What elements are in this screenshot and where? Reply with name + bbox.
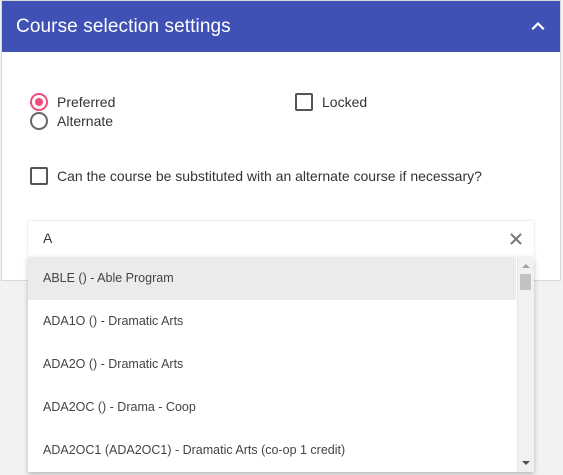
substitute-label: Can the course be substituted with an al… xyxy=(57,168,482,184)
list-item[interactable]: ADA2O () - Dramatic Arts xyxy=(28,343,516,386)
preferred-radio[interactable] xyxy=(30,93,48,111)
locked-label: Locked xyxy=(322,94,368,110)
alternate-radio[interactable] xyxy=(30,112,48,130)
course-results-dropdown: ABLE () - Able Program ADA1O () - Dramat… xyxy=(28,257,534,472)
list-item[interactable]: ADA2OC () - Drama - Coop xyxy=(28,386,516,429)
locked-checkbox-option[interactable]: Locked xyxy=(295,93,367,111)
substitute-checkbox[interactable] xyxy=(30,167,48,185)
scroll-down-arrow-icon[interactable] xyxy=(518,456,534,470)
course-search-box[interactable] xyxy=(28,221,534,257)
preferred-radio-option[interactable]: Preferred xyxy=(30,93,115,111)
preferred-label: Preferred xyxy=(57,94,116,110)
chevron-up-icon[interactable] xyxy=(526,14,550,38)
list-item[interactable]: ABLE () - Able Program xyxy=(28,257,516,300)
scrollbar-thumb[interactable] xyxy=(520,274,531,290)
alternate-radio-option[interactable]: Alternate xyxy=(30,112,113,130)
locked-checkbox[interactable] xyxy=(295,93,313,111)
course-search-input[interactable] xyxy=(43,230,483,246)
vertical-scrollbar[interactable] xyxy=(517,257,534,472)
panel-title: Course selection settings xyxy=(16,16,231,37)
scroll-up-arrow-icon[interactable] xyxy=(518,259,534,273)
list-item[interactable]: ADA1O () - Dramatic Arts xyxy=(28,300,516,343)
list-item[interactable]: ADA2OC1 (ADA2OC1) - Dramatic Arts (co-op… xyxy=(28,429,516,472)
alternate-label: Alternate xyxy=(57,113,114,129)
panel-header[interactable]: Course selection settings xyxy=(2,1,560,52)
substitute-checkbox-option[interactable]: Can the course be substituted with an al… xyxy=(30,167,482,185)
results-list: ABLE () - Able Program ADA1O () - Dramat… xyxy=(28,257,516,472)
close-icon[interactable] xyxy=(508,231,524,247)
